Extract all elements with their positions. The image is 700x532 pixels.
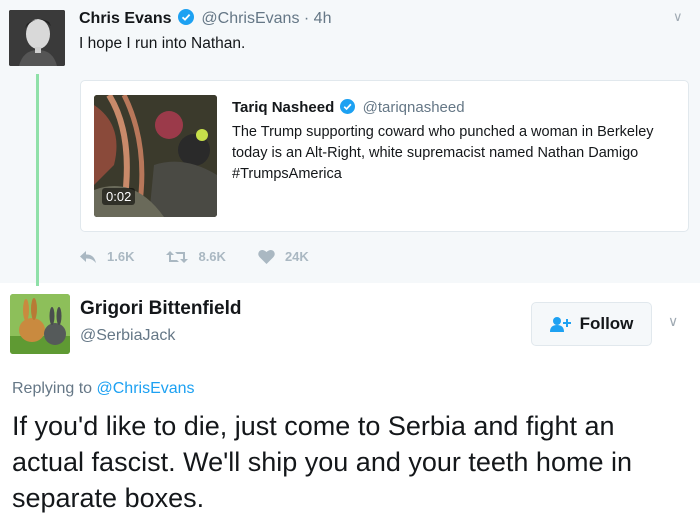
- retweet-icon: [166, 250, 189, 263]
- quoted-video-thumbnail[interactable]: 0:02: [94, 95, 217, 217]
- chris-evans-avatar[interactable]: [9, 10, 65, 66]
- verified-badge-icon: [340, 99, 356, 118]
- rabbits-photo-icon: [10, 294, 70, 354]
- reply-tweet-text: If you'd like to die, just come to Serbi…: [12, 411, 632, 513]
- replying-to-line: Replying to @ChrisEvans: [12, 380, 195, 398]
- quoted-author-name[interactable]: Tariq Nasheed: [232, 99, 334, 116]
- author-name[interactable]: Chris Evans: [79, 10, 171, 27]
- follow-label: Follow: [579, 314, 634, 333]
- tweet-menu-chevron-icon[interactable]: ∨: [673, 9, 683, 25]
- heart-icon: [258, 249, 275, 264]
- quoted-author-handle[interactable]: @tariqnasheed: [363, 99, 465, 116]
- reply-author-handle[interactable]: @SerbiaJack: [80, 327, 175, 345]
- profile-photo-icon: [9, 10, 65, 66]
- author-handle[interactable]: @ChrisEvans: [201, 10, 299, 27]
- like-button[interactable]: 24K: [258, 249, 309, 264]
- quoted-tweet-card[interactable]: 0:02 Tariq Nasheed @tariqnasheed The Tru…: [80, 80, 689, 232]
- reply-menu-chevron-icon[interactable]: ∨: [668, 313, 678, 330]
- verified-badge-icon: [177, 9, 194, 30]
- tweet-timestamp[interactable]: · 4h: [304, 10, 332, 27]
- quoted-tweet-header: Tariq Nasheed @tariqnasheed: [232, 99, 465, 118]
- original-tweet-header: Chris Evans @ChrisEvans · 4h: [79, 9, 331, 30]
- reply-icon: [80, 250, 96, 263]
- thread-connector-line: [36, 74, 39, 286]
- retweet-button[interactable]: 8.6K: [166, 249, 226, 264]
- like-count: 24K: [284, 249, 309, 264]
- reply-count: 1.6K: [107, 249, 135, 264]
- grigori-avatar[interactable]: [10, 294, 70, 354]
- reply-author-name[interactable]: Grigori Bittenfield: [80, 298, 242, 320]
- quoted-tweet-text: The Trump supporting coward who punched …: [232, 124, 654, 182]
- retweet-count: 8.6K: [198, 249, 226, 264]
- tweet-action-bar: 1.6K 8.6K 24K: [79, 249, 341, 264]
- reply-button[interactable]: 1.6K: [79, 249, 134, 264]
- add-user-icon: [549, 317, 571, 332]
- follow-button[interactable]: Follow: [531, 302, 652, 346]
- replying-to-handle-link[interactable]: @ChrisEvans: [97, 380, 195, 397]
- original-tweet-text: I hope I run into Nathan.: [79, 35, 246, 52]
- video-duration: 0:02: [102, 188, 136, 205]
- replying-to-prefix: Replying to: [12, 380, 93, 397]
